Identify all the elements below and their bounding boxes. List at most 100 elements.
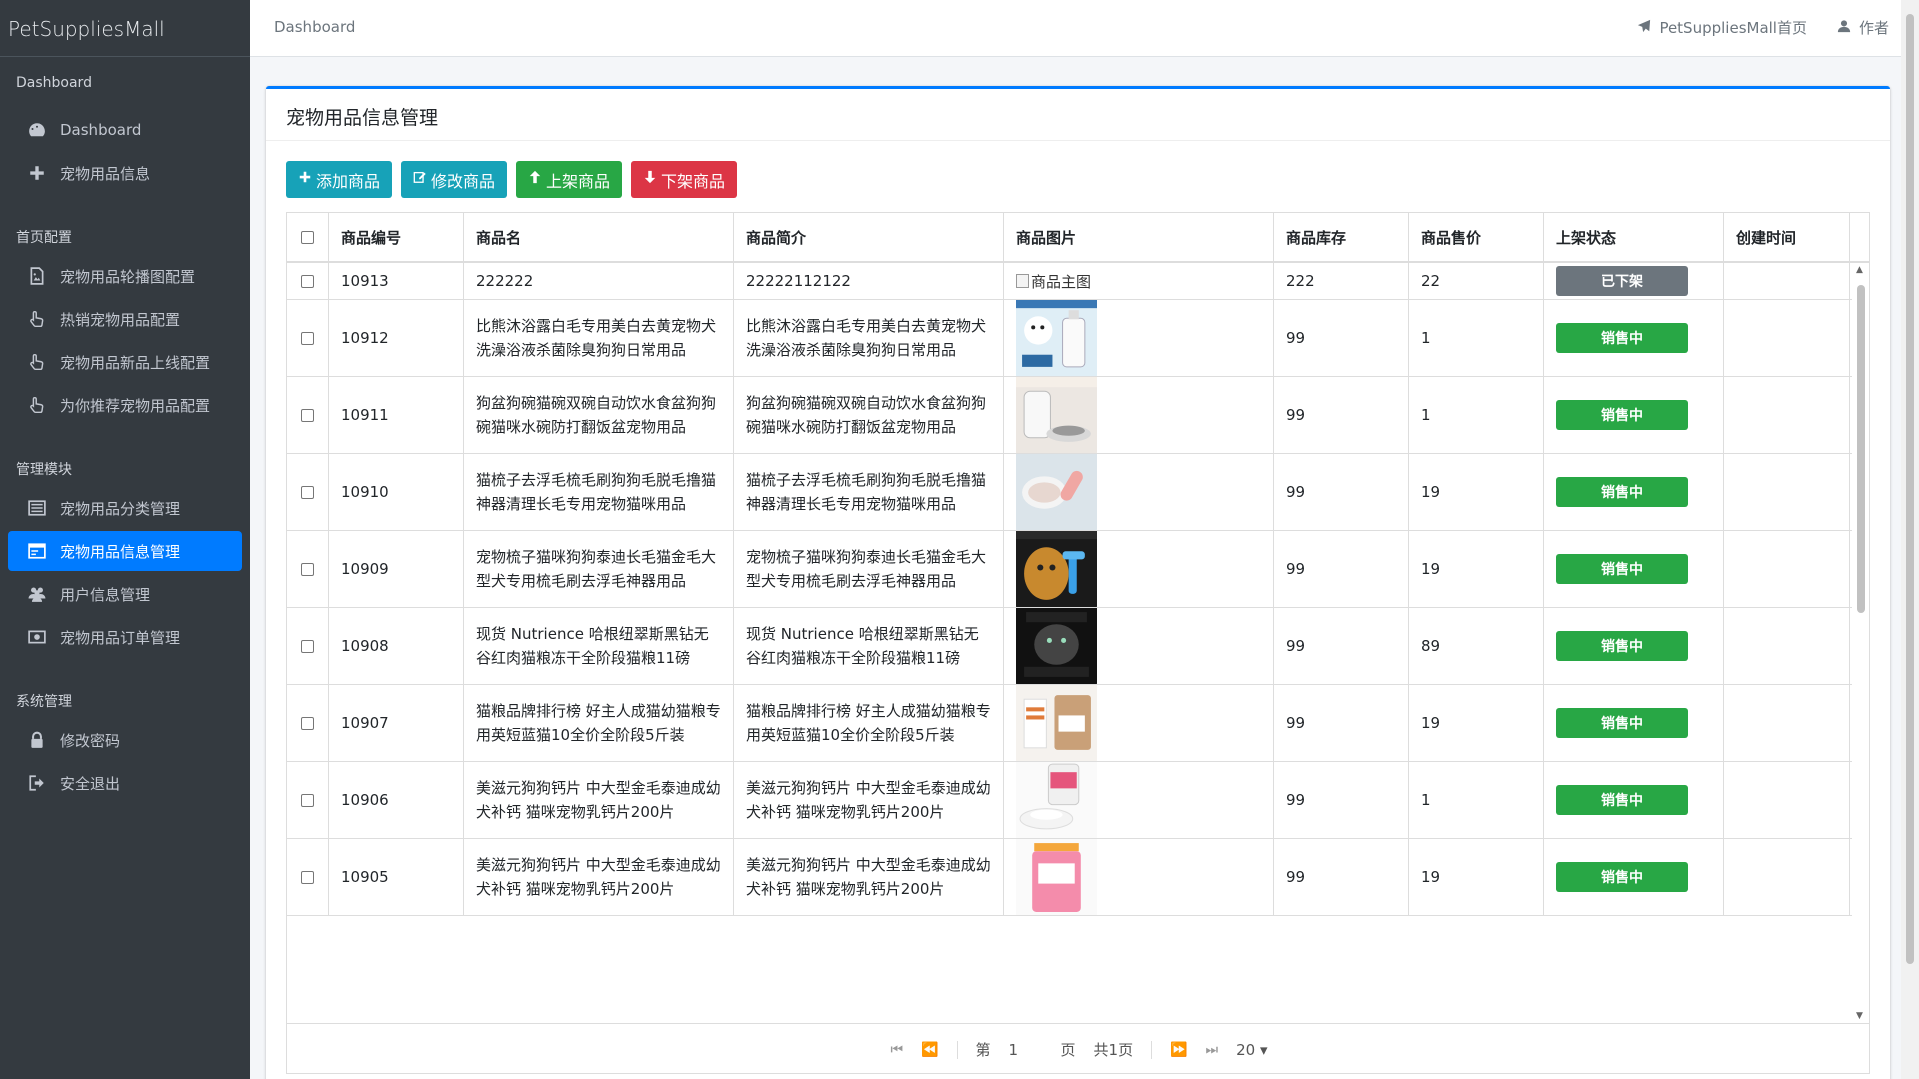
- home-link[interactable]: PetSuppliesMall首页: [1637, 17, 1807, 38]
- page-scrollbar[interactable]: [1901, 0, 1919, 1079]
- scroll-down-icon[interactable]: ▼: [1856, 1011, 1863, 1021]
- table-row[interactable]: 10909 宠物梳子猫咪狗狗泰迪长毛猫金毛大型犬专用梳毛刷去浮毛神器用品 宠物梳子猫…: [287, 531, 1854, 608]
- page-scroll-thumb[interactable]: [1906, 14, 1914, 964]
- add-goods-button[interactable]: 添加商品: [286, 161, 393, 198]
- author-link-label: 作者: [1858, 19, 1889, 37]
- grid-header: 商品编号 商品名 商品简介 商品图片 商品库存 商品售价 上架状态 创建时间: [287, 213, 1869, 263]
- sidebar-item-label: Dashboard: [60, 121, 142, 139]
- column-header[interactable]: 商品简介: [734, 213, 1004, 261]
- table-row[interactable]: 10910 猫梳子去浮毛梳毛刷狗狗毛脱毛撸猫神器清理长毛专用宠物猫咪用品 猫梳子去浮…: [287, 454, 1854, 531]
- table-row[interactable]: 10911 狗盆狗碗猫碗双碗自动饮水食盆狗狗碗猫咪水碗防打翻饭盆宠物用品 狗盆狗碗猫…: [287, 377, 1854, 454]
- select-all-checkbox[interactable]: [301, 230, 314, 244]
- cell-text: 比熊沐浴露白毛专用美白去黄宠物犬洗澡浴液杀菌除臭狗狗日常用品: [476, 317, 717, 359]
- table-row[interactable]: 10907 猫粮品牌排行榜 好主人成猫幼猫粮专用英短蓝猫10全价全阶段5斤装 猫粮品…: [287, 685, 1854, 762]
- sidebar-item[interactable]: 热销宠物用品配置: [8, 299, 242, 339]
- last-page-icon[interactable]: ⏭: [1206, 1042, 1219, 1058]
- sidebar-item-label: 宠物用品新品上线配置: [60, 353, 211, 372]
- column-header[interactable]: 商品名: [464, 213, 734, 261]
- cell-text: 现货 Nutrience 哈根纽翠斯黑钻无谷红肉猫粮冻干全阶段猫粮11磅: [746, 625, 979, 667]
- sidebar-item[interactable]: 安全退出: [8, 763, 242, 803]
- status-badge: 销售中: [1556, 785, 1688, 815]
- cell-created: [1724, 608, 1850, 684]
- column-header[interactable]: 上架状态: [1544, 213, 1724, 261]
- cell-created: [1724, 377, 1850, 453]
- table-row[interactable]: 10912 比熊沐浴露白毛专用美白去黄宠物犬洗澡浴液杀菌除臭狗狗日常用品 比熊沐浴露…: [287, 300, 1854, 377]
- row-checkbox[interactable]: [301, 408, 314, 422]
- cell-id: 10912: [329, 300, 464, 376]
- page-number-input[interactable]: [1008, 1038, 1043, 1061]
- next-page-icon[interactable]: ⏩: [1170, 1042, 1187, 1058]
- row-checkbox[interactable]: [301, 716, 314, 730]
- cell-text: 89: [1421, 637, 1441, 655]
- lock-icon: [26, 730, 48, 750]
- row-checkbox[interactable]: [301, 562, 314, 576]
- row-checkbox[interactable]: [301, 870, 314, 884]
- column-header[interactable]: 创建时间: [1724, 213, 1850, 261]
- sidebar-item-label: 安全退出: [60, 774, 121, 793]
- sidebar-item[interactable]: 宠物用品订单管理: [8, 617, 242, 657]
- row-select-cell: [287, 685, 329, 761]
- table-row[interactable]: 10906 美滋元狗狗钙片 中大型金毛泰迪成幼犬补钙 猫咪宠物乳钙片200片 美滋元…: [287, 762, 1854, 839]
- cell-text: 猫梳子去浮毛梳毛刷狗狗毛脱毛撸猫神器清理长毛专用宠物猫咪用品: [746, 471, 987, 513]
- sidebar-item[interactable]: 宠物用品新品上线配置: [8, 342, 242, 382]
- sidebar-item-label: 宠物用品分类管理: [60, 499, 181, 518]
- author-link[interactable]: 作者: [1837, 17, 1889, 38]
- column-header[interactable]: 商品编号: [329, 213, 464, 261]
- first-page-icon[interactable]: ⏮: [890, 1042, 903, 1058]
- page-prefix: 第: [975, 1041, 991, 1059]
- column-header[interactable]: 商品图片: [1004, 213, 1274, 261]
- row-checkbox[interactable]: [301, 639, 314, 653]
- row-select-cell: [287, 263, 329, 299]
- prev-page-icon[interactable]: ⏪: [921, 1042, 938, 1058]
- put-up-goods-button[interactable]: 上架商品: [516, 161, 623, 198]
- row-checkbox[interactable]: [301, 793, 314, 807]
- grid-scrollbar[interactable]: ▲ ▼: [1852, 263, 1869, 1023]
- sidebar-item[interactable]: Dashboard: [8, 110, 242, 150]
- table-row[interactable]: 10913 222222 22222112122 商品主图 222 22 已下架: [287, 263, 1854, 300]
- cell-price: 19: [1409, 839, 1544, 915]
- cell-name: 猫梳子去浮毛梳毛刷狗狗毛脱毛撸猫神器清理长毛专用宠物猫咪用品: [464, 454, 734, 530]
- goods-grid: 商品编号 商品名 商品简介 商品图片 商品库存 商品售价 上架状态 创建时间 10913 222…: [286, 212, 1870, 1074]
- table-row[interactable]: 10908 现货 Nutrience 哈根纽翠斯黑钻无谷红肉猫粮冻干全阶段猫粮11…: [287, 608, 1854, 685]
- sidebar-item[interactable]: 修改密码: [8, 720, 242, 760]
- sidebar-item[interactable]: 为你推荐宠物用品配置: [8, 385, 242, 425]
- breadcrumb[interactable]: Dashboard: [274, 18, 355, 36]
- put-down-goods-button[interactable]: 下架商品: [631, 161, 738, 198]
- page-size-value: 20: [1236, 1040, 1256, 1059]
- row-checkbox[interactable]: [301, 485, 314, 499]
- user-icon: [1837, 19, 1851, 37]
- sidebar-item[interactable]: 宠物用品信息: [8, 153, 242, 193]
- brand-logo[interactable]: PetSuppliesMall: [0, 0, 250, 57]
- hand-pointer-icon: [26, 309, 48, 329]
- row-select-cell: [287, 454, 329, 530]
- status-cell: 已下架: [1544, 263, 1724, 299]
- toolbar: 添加商品 修改商品 上架商品 下架商品: [286, 161, 738, 198]
- cell-text: 222222: [476, 272, 534, 290]
- column-header[interactable]: 商品库存: [1274, 213, 1409, 261]
- sidebar-item[interactable]: 宠物用品轮播图配置: [8, 256, 242, 296]
- product-image-cell: [1004, 454, 1274, 530]
- cell-name: 比熊沐浴露白毛专用美白去黄宠物犬洗澡浴液杀菌除臭狗狗日常用品: [464, 300, 734, 376]
- cell-name: 狗盆狗碗猫碗双碗自动饮水食盆狗狗碗猫咪水碗防打翻饭盆宠物用品: [464, 377, 734, 453]
- grid-scroll-thumb[interactable]: [1857, 285, 1865, 613]
- table-row[interactable]: 10905 美滋元狗狗钙片 中大型金毛泰迪成幼犬补钙 猫咪宠物乳钙片200片 美滋元…: [287, 839, 1854, 916]
- status-cell: 销售中: [1544, 454, 1724, 530]
- row-checkbox[interactable]: [301, 331, 314, 345]
- product-image: [1016, 300, 1097, 376]
- cell-name: 美滋元狗狗钙片 中大型金毛泰迪成幼犬补钙 猫咪宠物乳钙片200片: [464, 762, 734, 838]
- sidebar-item[interactable]: 宠物用品信息管理: [8, 531, 242, 571]
- sidebar-item-label: 宠物用品信息管理: [60, 542, 181, 561]
- cell-text: 10911: [341, 406, 389, 424]
- sidebar-item[interactable]: 用户信息管理: [8, 574, 242, 614]
- sidebar-item[interactable]: 宠物用品分类管理: [8, 488, 242, 528]
- cell-text: 19: [1421, 483, 1441, 501]
- edit-goods-button[interactable]: 修改商品: [401, 161, 508, 198]
- row-checkbox[interactable]: [301, 274, 314, 288]
- product-image-cell: 商品主图: [1004, 263, 1274, 299]
- cell-text: 99: [1286, 868, 1306, 886]
- dashboard-icon: [26, 120, 48, 140]
- column-header[interactable]: 商品售价: [1409, 213, 1544, 261]
- money-icon: [26, 627, 48, 647]
- page-size-select[interactable]: 20 ▾: [1236, 1041, 1267, 1059]
- scroll-up-icon[interactable]: ▲: [1856, 265, 1863, 275]
